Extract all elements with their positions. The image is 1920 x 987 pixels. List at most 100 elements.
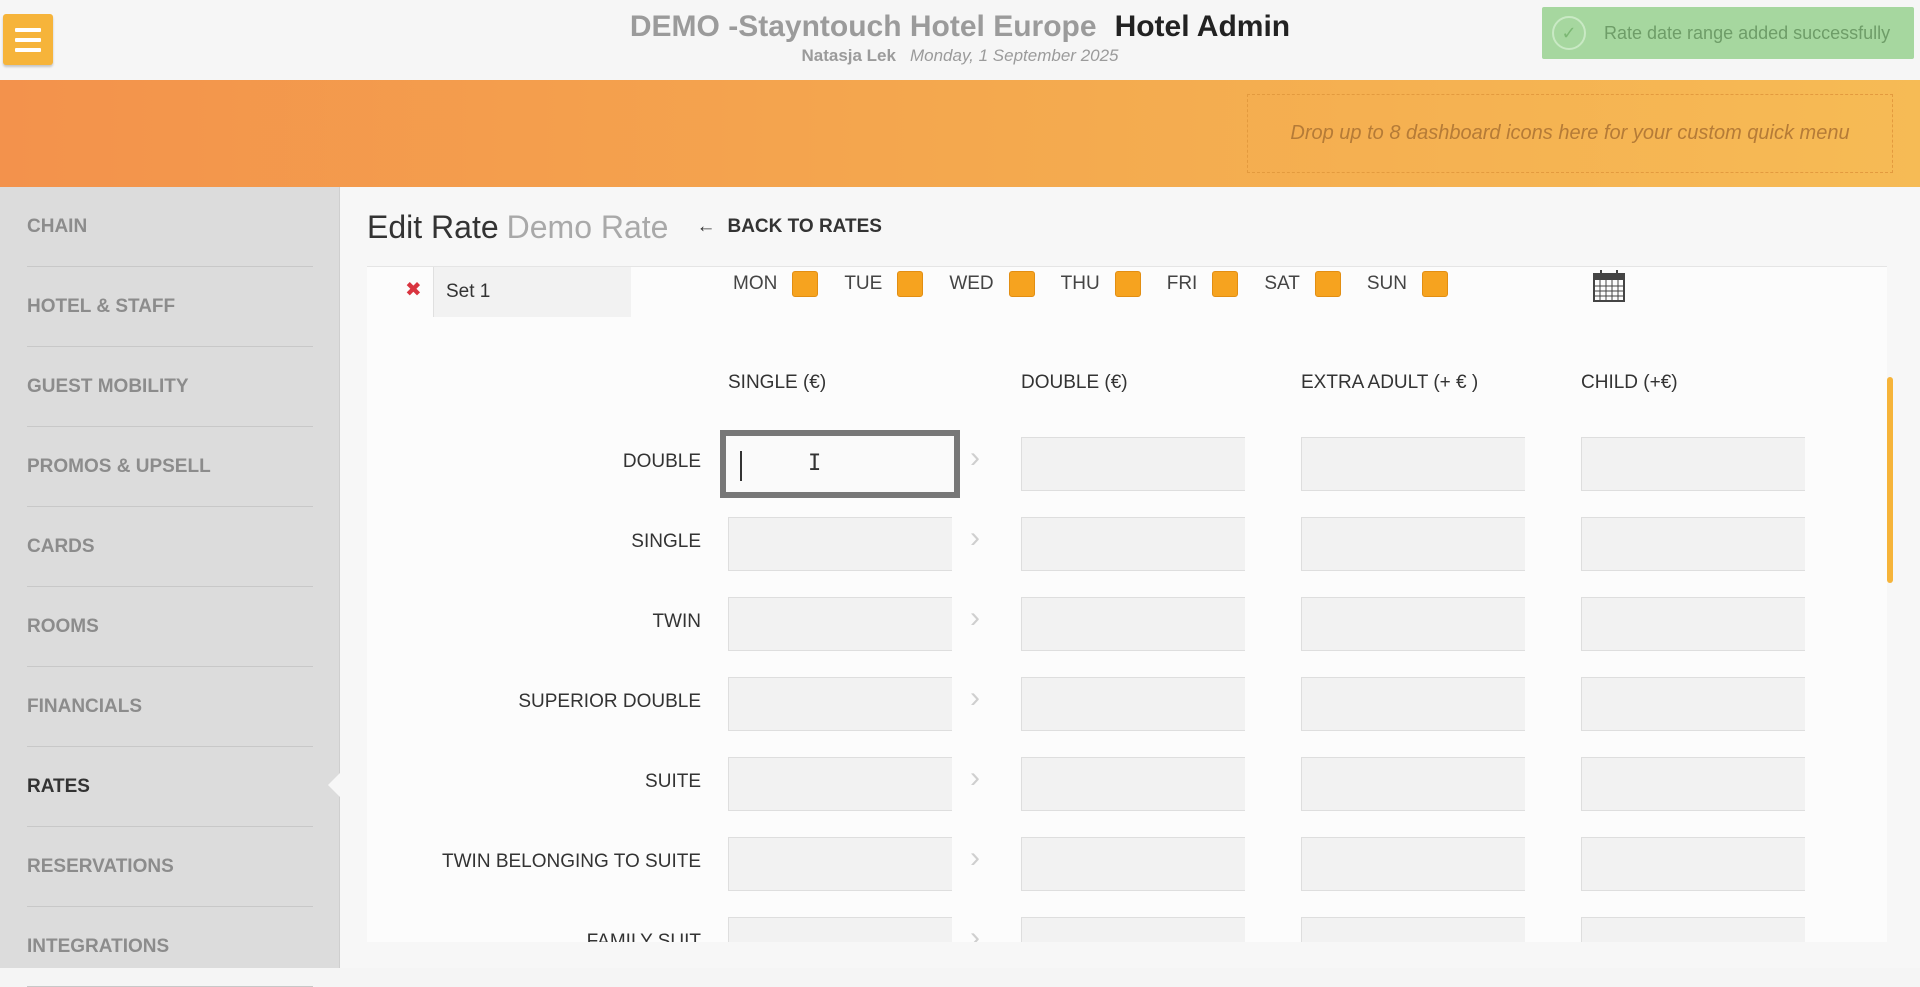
- rate-input[interactable]: [1301, 517, 1525, 571]
- rate-input[interactable]: [1021, 917, 1245, 942]
- rate-input[interactable]: [1581, 917, 1805, 942]
- day-checkbox[interactable]: [1422, 271, 1448, 297]
- room-type-label: SUPERIOR DOUBLE: [518, 691, 701, 712]
- rate-input[interactable]: [1581, 757, 1805, 811]
- sidebar-item-rates[interactable]: RATES: [27, 747, 313, 827]
- sidebar-item-label: RATES: [27, 775, 90, 797]
- rate-input[interactable]: [1301, 917, 1525, 942]
- rate-input[interactable]: [1301, 597, 1525, 651]
- rate-input[interactable]: [728, 517, 952, 571]
- set-tab[interactable]: Set 1: [433, 267, 631, 317]
- sidebar-item-guest-mobility[interactable]: GUEST MOBILITY: [27, 347, 313, 427]
- page-title: Edit Rate: [367, 208, 499, 245]
- sidebar-item-label: HOTEL & STAFF: [27, 295, 176, 317]
- sidebar-item-label: PROMOS & UPSELL: [27, 455, 211, 477]
- rate-input[interactable]: [1021, 597, 1245, 651]
- day-checkbox[interactable]: [1314, 271, 1341, 297]
- text-caret: [740, 451, 742, 481]
- rate-input[interactable]: [1021, 677, 1245, 731]
- rate-input[interactable]: [728, 757, 952, 811]
- rate-input[interactable]: [1581, 677, 1805, 731]
- rate-input[interactable]: [728, 597, 952, 651]
- day-sun: SUN: [1367, 271, 1448, 297]
- main-content: Edit Rate Demo Rate ← BACK TO RATES ✖ Se…: [340, 187, 1920, 968]
- day-label: SAT: [1264, 273, 1300, 294]
- day-label: SUN: [1366, 273, 1407, 294]
- day-label: FRI: [1166, 273, 1198, 294]
- back-to-rates-link[interactable]: ← BACK TO RATES: [696, 216, 881, 238]
- sidebar-item-promos-upsell[interactable]: PROMOS & UPSELL: [27, 427, 313, 507]
- copy-right-arrow-icon[interactable]: ›: [970, 521, 980, 555]
- rate-input[interactable]: [1301, 837, 1525, 891]
- sidebar-item-label: INTEGRATIONS: [27, 935, 170, 957]
- rate-input[interactable]: [1301, 677, 1525, 731]
- day-thu: THU: [1061, 271, 1141, 297]
- arrow-left-icon: ←: [696, 216, 716, 237]
- copy-right-arrow-icon[interactable]: ›: [970, 761, 980, 795]
- hotel-name: DEMO -Stayntouch Hotel Europe: [629, 10, 1097, 43]
- room-type-label: DOUBLE: [622, 451, 701, 472]
- day-label: WED: [949, 273, 994, 294]
- sidebar-item-label: CARDS: [27, 535, 95, 557]
- rate-input[interactable]: [1581, 437, 1805, 491]
- day-checkbox[interactable]: [1008, 271, 1035, 297]
- remove-set-icon[interactable]: ✖: [405, 277, 422, 302]
- sidebar-item-cards[interactable]: CARDS: [27, 507, 313, 587]
- rate-input[interactable]: [728, 837, 952, 891]
- sidebar: CHAIN HOTEL & STAFF GUEST MOBILITY PROMO…: [0, 187, 340, 987]
- rate-input[interactable]: [1581, 837, 1805, 891]
- room-type-label: TWIN: [652, 611, 701, 632]
- day-label: MON: [733, 273, 778, 294]
- copy-right-arrow-icon[interactable]: ›: [970, 681, 980, 715]
- rate-input[interactable]: [1021, 837, 1245, 891]
- rate-input[interactable]: [1301, 437, 1525, 491]
- copy-right-arrow-icon[interactable]: ›: [970, 921, 980, 942]
- day-checkbox[interactable]: [792, 271, 819, 297]
- copy-right-arrow-icon[interactable]: ›: [970, 441, 980, 475]
- rate-input[interactable]: [1581, 517, 1805, 571]
- day-label: TUE: [844, 273, 883, 294]
- rate-input[interactable]: [1581, 597, 1805, 651]
- sidebar-item-financials[interactable]: FINANCIALS: [27, 667, 313, 747]
- sidebar-item-label: FINANCIALS: [27, 695, 143, 717]
- copy-right-arrow-icon[interactable]: ›: [970, 601, 980, 635]
- user-name: Natasja Lek: [801, 46, 896, 65]
- rate-input[interactable]: [720, 430, 960, 498]
- day-checkbox[interactable]: [1114, 271, 1141, 297]
- copy-right-arrow-icon[interactable]: ›: [970, 841, 980, 875]
- rate-input[interactable]: [1021, 437, 1245, 491]
- sidebar-item-label: CHAIN: [27, 215, 88, 237]
- rate-input[interactable]: [1021, 757, 1245, 811]
- rate-input[interactable]: [728, 677, 952, 731]
- check-circle-icon: ✓: [1552, 16, 1586, 50]
- success-toast[interactable]: ✓ Rate date range added successfully: [1542, 7, 1914, 59]
- sidebar-item-hotel-staff[interactable]: HOTEL & STAFF: [27, 267, 313, 347]
- day-checkbox[interactable]: [1212, 271, 1239, 297]
- room-type-label: SINGLE: [631, 531, 701, 552]
- sidebar-item-label: GUEST MOBILITY: [27, 375, 189, 397]
- day-selector: MON TUE WED THU FRI SAT SUN: [733, 271, 1474, 297]
- room-type-label: TWIN BELONGING TO SUITE: [442, 851, 701, 872]
- scrollbar[interactable]: [1887, 377, 1893, 583]
- rate-input[interactable]: [1301, 757, 1525, 811]
- sidebar-item-rooms[interactable]: ROOMS: [27, 587, 313, 667]
- back-link-label: BACK TO RATES: [727, 216, 882, 237]
- quick-menu-drop-zone[interactable]: Drop up to 8 dashboard icons here for yo…: [1247, 94, 1893, 173]
- sidebar-item-chain[interactable]: CHAIN: [27, 187, 313, 267]
- column-header: EXTRA ADULT (+ € ): [1301, 372, 1479, 393]
- day-label: THU: [1060, 273, 1100, 294]
- day-checkbox[interactable]: [897, 271, 924, 297]
- day-mon: MON: [733, 271, 819, 297]
- drop-zone-text: Drop up to 8 dashboard icons here for yo…: [1290, 122, 1850, 144]
- rate-input[interactable]: [1021, 517, 1245, 571]
- day-wed: WED: [949, 271, 1035, 297]
- sidebar-item-label: ROOMS: [27, 615, 99, 637]
- rate-input[interactable]: [728, 917, 952, 942]
- set-name: Set 1: [446, 281, 491, 302]
- sidebar-item-integrations[interactable]: INTEGRATIONS: [27, 907, 313, 987]
- calendar-icon[interactable]: [1592, 269, 1626, 303]
- toast-message: Rate date range added successfully: [1604, 22, 1891, 43]
- column-header: CHILD (+€): [1581, 372, 1678, 393]
- rate-name: Demo Rate: [506, 208, 669, 245]
- sidebar-item-reservations[interactable]: RESERVATIONS: [27, 827, 313, 907]
